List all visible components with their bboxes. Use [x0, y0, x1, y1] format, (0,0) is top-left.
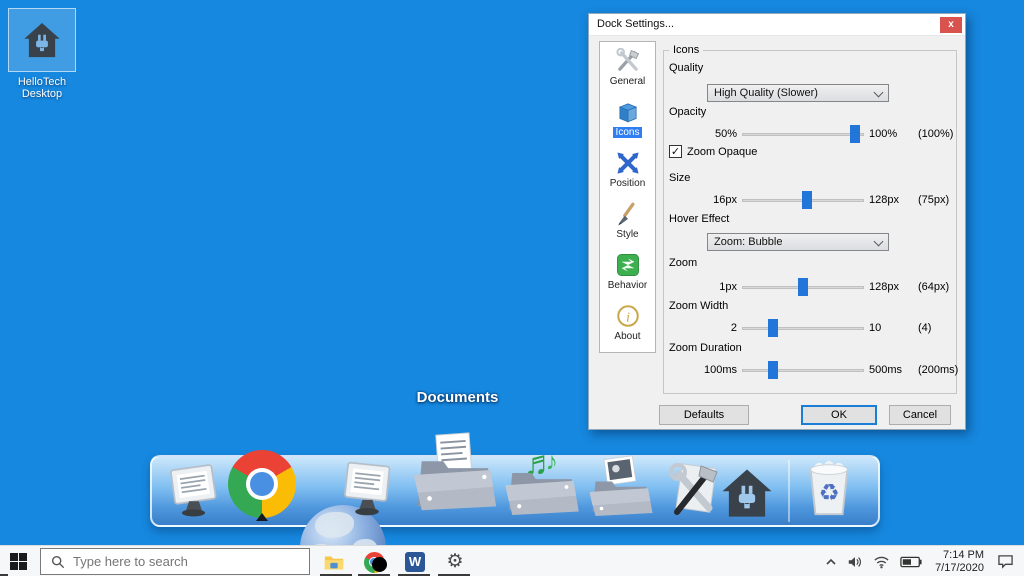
size-slider-thumb[interactable] [802, 191, 812, 209]
dock-tooltip: Documents [395, 389, 520, 406]
close-button[interactable]: x [940, 17, 962, 33]
zoom-duration-slider-thumb[interactable] [768, 361, 778, 379]
zoom-width-label: Zoom Width [669, 300, 728, 312]
zoom-duration-slider-row: 100ms 500ms (200ms) [697, 360, 959, 380]
opacity-slider-row: 50% 100% (100%) [697, 124, 959, 144]
defaults-button[interactable]: Defaults [659, 405, 749, 425]
touch-cursor [372, 557, 387, 572]
size-slider-row: 16px 128px (75px) [697, 190, 959, 210]
svg-text:♻: ♻ [819, 480, 840, 506]
tray-time: 7:14 PM [935, 549, 984, 562]
pictures-folder-icon[interactable] [585, 450, 657, 522]
zoom-label: Zoom [669, 257, 697, 269]
start-button[interactable] [10, 553, 27, 570]
position-arrows-icon [615, 150, 641, 176]
general-tools-icon [615, 48, 641, 74]
quality-dropdown[interactable]: High Quality (Slower) [707, 84, 889, 102]
zoom-duration-slider[interactable] [742, 360, 864, 380]
desktop-icon-hellotech[interactable] [8, 8, 76, 72]
music-folder-icon[interactable]: ♬ ♪ [500, 438, 584, 522]
search-icon [51, 555, 65, 569]
zoom-opaque-checkbox-row[interactable]: ✓ Zoom Opaque [669, 145, 757, 158]
hover-effect-dropdown[interactable]: Zoom: Bubble [707, 233, 889, 251]
wifi-icon[interactable] [873, 555, 890, 569]
zoom-duration-current-value: (200ms) [918, 364, 970, 376]
behavior-arrows-icon [615, 252, 641, 278]
search-input[interactable] [73, 554, 283, 569]
chevron-down-icon [874, 88, 884, 98]
chrome-running-indicator [256, 513, 268, 521]
recycle-bin-icon[interactable]: ♻ [798, 458, 860, 520]
zoom-width-slider[interactable] [742, 318, 864, 338]
dock-settings-dialog: Dock Settings... x General Icons [588, 13, 966, 430]
opacity-current-value: (100%) [918, 128, 970, 140]
dock-separator [788, 460, 790, 522]
sidebar-item-behavior[interactable]: Behavior [600, 246, 655, 297]
zoom-duration-label: Zoom Duration [669, 342, 742, 354]
tray-date: 7/17/2020 [935, 562, 984, 575]
documents-folder-icon[interactable] [408, 428, 502, 522]
settings-taskbar-icon[interactable]: ⚙ [444, 551, 466, 573]
chrome-dock-icon[interactable] [228, 450, 296, 518]
zoom-width-slider-row: 2 10 (4) [697, 318, 959, 338]
gear-icon: ⚙ [446, 552, 463, 572]
zoom-slider-row: 1px 128px (64px) [697, 277, 959, 297]
dialog-titlebar[interactable]: Dock Settings... x [589, 14, 965, 36]
cancel-button[interactable]: Cancel [889, 405, 951, 425]
sidebar-item-icons[interactable]: Icons [600, 93, 655, 144]
tray-clock[interactable]: 7:14 PM 7/17/2020 [935, 549, 984, 575]
zoom-slider-thumb[interactable] [798, 278, 808, 296]
taskbar: W ⚙ [0, 545, 1024, 576]
network-monitor-overlay-icon [338, 460, 396, 518]
chevron-down-icon [874, 237, 884, 247]
svg-text:♪: ♪ [546, 449, 558, 476]
svg-text:i: i [626, 310, 630, 325]
dialog-title: Dock Settings... [597, 18, 674, 30]
word-taskbar-icon[interactable]: W [404, 551, 426, 573]
groupbox-title: Icons [669, 44, 703, 56]
hover-effect-label: Hover Effect [669, 213, 729, 225]
hellotech-house-plug-icon [21, 19, 63, 61]
opacity-slider-thumb[interactable] [850, 125, 860, 143]
my-computer-icon[interactable] [165, 463, 222, 520]
size-slider[interactable] [742, 190, 864, 210]
battery-icon[interactable] [900, 556, 922, 568]
icons-crate-icon [615, 99, 641, 125]
about-info-icon: i [615, 303, 641, 329]
opacity-label: Opacity [669, 106, 706, 118]
hellotech-home-dock-icon[interactable] [718, 464, 776, 522]
sidebar-item-position[interactable]: Position [600, 144, 655, 195]
settings-sidebar: General Icons Position [599, 41, 656, 353]
desktop-icon-label: HelloTech Desktop [0, 76, 84, 100]
size-label: Size [669, 172, 690, 184]
action-center-icon[interactable] [997, 554, 1014, 569]
zoom-opaque-label: Zoom Opaque [687, 146, 757, 158]
zoom-opaque-checkbox[interactable]: ✓ [669, 145, 682, 158]
style-paintbrush-icon [615, 201, 641, 227]
volume-icon[interactable] [847, 555, 863, 569]
zoom-current-value: (64px) [918, 281, 970, 293]
quality-label: Quality [669, 62, 703, 74]
opacity-slider[interactable] [742, 124, 864, 144]
tray-chevron-up-icon[interactable] [825, 556, 837, 568]
ok-button[interactable]: OK [801, 405, 877, 425]
sidebar-item-style[interactable]: Style [600, 195, 655, 246]
zoom-width-current-value: (4) [918, 322, 970, 334]
zoom-width-slider-thumb[interactable] [768, 319, 778, 337]
sidebar-item-about[interactable]: i About [600, 297, 655, 348]
sidebar-item-general[interactable]: General [600, 42, 655, 93]
file-explorer-taskbar-icon[interactable] [323, 551, 345, 573]
system-tray: 7:14 PM 7/17/2020 [820, 546, 1024, 576]
taskbar-search[interactable] [40, 548, 310, 575]
size-current-value: (75px) [918, 194, 970, 206]
zoom-slider[interactable] [742, 277, 864, 297]
